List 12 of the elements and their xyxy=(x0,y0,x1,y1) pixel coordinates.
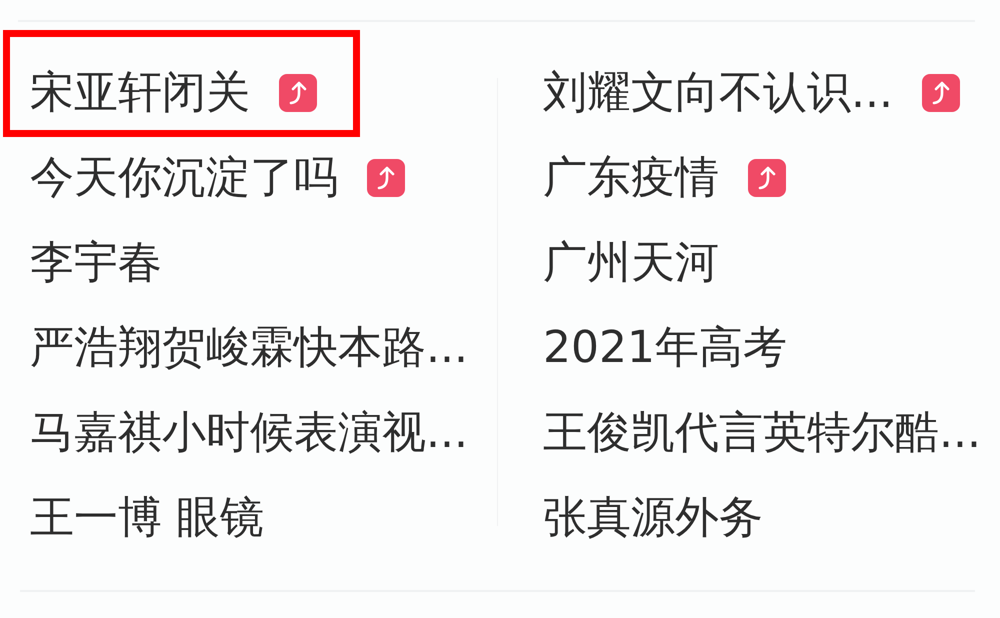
search-term-link[interactable]: 广州天河 xyxy=(543,237,719,290)
search-term-link[interactable]: 宋亚轩闭关 xyxy=(30,67,250,120)
search-term-link[interactable]: 马嘉祺小时候表演视... xyxy=(30,407,468,460)
search-term-link[interactable]: 2021年高考 xyxy=(543,322,787,375)
search-term-link[interactable]: 广东疫情 xyxy=(543,152,719,205)
search-term-link[interactable]: 严浩翔贺峻霖快本路... xyxy=(30,322,468,375)
search-term-link[interactable]: 王俊凯代言英特尔酷... xyxy=(543,407,981,460)
search-term-link[interactable]: 王一博 眼镜 xyxy=(30,492,264,545)
search-term-link[interactable]: 今天你沉淀了吗 xyxy=(30,152,338,205)
search-term-link[interactable]: 张真源外务 xyxy=(543,492,763,545)
search-term-link[interactable]: 李宇春 xyxy=(30,237,162,290)
search-term-link[interactable]: 刘耀文向不认识... xyxy=(543,67,893,120)
